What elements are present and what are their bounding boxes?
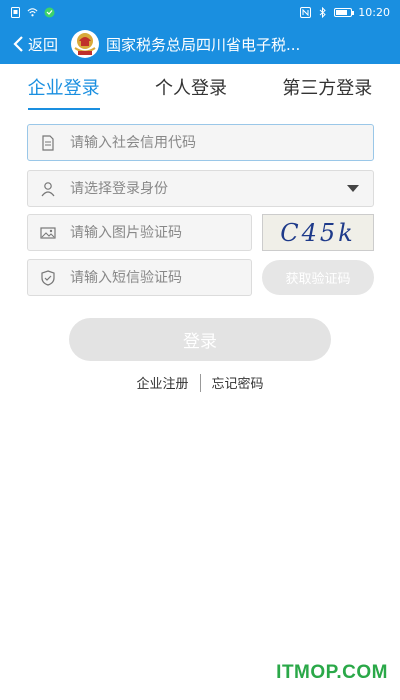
dropdown-arrow-icon[interactable] (347, 185, 359, 192)
identity-select[interactable] (27, 170, 374, 207)
get-code-button[interactable]: 获取验证码 (262, 260, 374, 295)
back-button[interactable]: 返回 (0, 34, 58, 55)
user-icon (41, 181, 55, 196)
watermark: ITMOP.COM (276, 662, 388, 683)
status-time: 10:20 (358, 5, 390, 19)
tab-third-party-login[interactable]: 第三方登录 (282, 68, 372, 106)
forgot-password-link[interactable]: 忘记密码 (201, 373, 275, 392)
nav-bar: 返回 国家税务总局四川省电子税... (0, 24, 400, 64)
credit-code-field[interactable] (27, 124, 374, 161)
image-icon (40, 226, 56, 239)
shield-check-icon (41, 269, 55, 286)
tax-emblem-logo (71, 30, 100, 58)
auxiliary-links: 企业注册 忘记密码 (0, 373, 400, 392)
tab-personal-login[interactable]: 个人登录 (155, 68, 227, 106)
status-bar: 10:20 (0, 0, 400, 24)
image-code-field[interactable] (27, 214, 252, 251)
nfc-icon (300, 6, 312, 18)
message-icon (44, 7, 55, 17)
back-label: 返回 (28, 35, 59, 54)
sms-code-field[interactable] (27, 259, 252, 296)
credit-code-input[interactable] (70, 134, 373, 151)
login-button[interactable]: 登录 (69, 318, 331, 361)
bluetooth-icon (319, 6, 327, 18)
sms-code-input[interactable] (70, 269, 251, 286)
register-link[interactable]: 企业注册 (125, 373, 199, 392)
image-code-input[interactable] (70, 224, 251, 241)
document-icon (42, 134, 54, 151)
identity-input[interactable] (70, 180, 347, 197)
login-tabs: 企业登录 个人登录 第三方登录 (0, 64, 400, 110)
wifi-icon (27, 7, 38, 16)
battery-icon (334, 7, 355, 17)
tab-enterprise-login[interactable]: 企业登录 (27, 68, 100, 110)
captcha-image[interactable]: C45k (262, 214, 374, 251)
page-title: 国家税务总局四川省电子税... (106, 35, 301, 54)
status-right-icons: 10:20 (300, 6, 390, 19)
chevron-left-icon (13, 36, 23, 52)
notification-icon (11, 6, 20, 18)
captcha-text: C45k (280, 218, 356, 247)
status-left-icons (10, 6, 55, 18)
